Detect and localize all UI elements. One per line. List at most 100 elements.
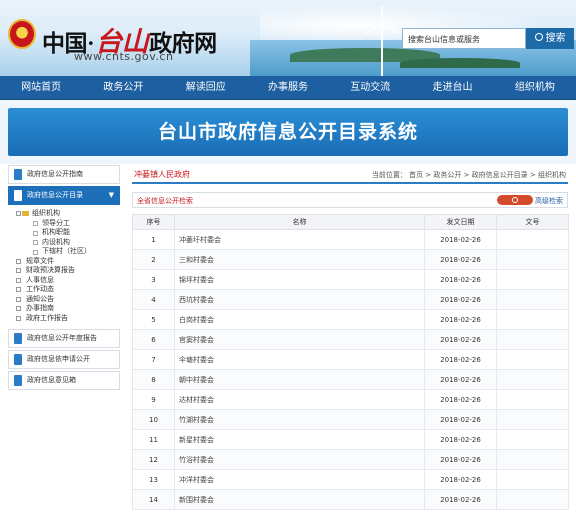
main-content: 冲蒌镇人民政府 当前位置： 首页 > 政务公开 > 政府信息公开目录 > 组织机…: [132, 165, 569, 510]
sidebar-item-catalog[interactable]: 政府信息公开目录 ▼: [8, 186, 120, 205]
table-row: 3 锦坪村委会 2018-02-26: [132, 269, 569, 290]
row-doc-number: [496, 449, 569, 470]
document-table: 序号 名称 发文日期 文号 1 冲蒌圩村委会 2018-02-26 2 三和村委会 20…: [132, 214, 569, 510]
nav-government-affairs[interactable]: 政务公开: [82, 76, 164, 99]
row-title-link[interactable]: 锦坪村委会: [174, 269, 425, 290]
tree-node-leadership[interactable]: 领导分工: [16, 219, 120, 229]
row-title-link[interactable]: 西坑村委会: [174, 289, 425, 310]
row-date: 2018-02-26: [424, 449, 497, 470]
table-row: 4 西坑村委会 2018-02-26: [132, 289, 569, 310]
row-title-link[interactable]: 冲洋村委会: [174, 469, 425, 490]
row-title-link[interactable]: 新围村委会: [174, 489, 425, 510]
sidebar-item-guide[interactable]: 政府信息公开指南: [8, 165, 120, 184]
collapse-toggle-icon[interactable]: [16, 211, 21, 216]
expand-toggle-icon[interactable]: [16, 315, 21, 321]
advanced-search-link[interactable]: 高级检索: [535, 196, 563, 206]
row-index: 14: [132, 489, 175, 510]
expand-toggle-icon[interactable]: [16, 277, 21, 283]
row-date: 2018-02-26: [424, 269, 497, 290]
table-row: 9 达材村委会 2018-02-26: [132, 389, 569, 410]
row-title-link[interactable]: 新星村委会: [174, 429, 425, 450]
tree-node-personnel[interactable]: 人事信息: [16, 276, 120, 286]
tree-node-departments[interactable]: 内设机构: [16, 238, 120, 248]
tree-node-regulations[interactable]: 规章文件: [16, 257, 120, 267]
row-index: 7: [132, 349, 175, 370]
org-name: 冲蒌镇人民政府: [134, 170, 190, 179]
row-title-link[interactable]: 冲蒌圩村委会: [174, 229, 425, 250]
row-index: 6: [132, 329, 175, 350]
fulltext-search-bar[interactable]: 全省信息公开检索 高级检索: [132, 192, 568, 208]
nav-interaction[interactable]: 互动交流: [329, 76, 411, 99]
section-header: 冲蒌镇人民政府 当前位置： 首页 > 政务公开 > 政府信息公开目录 > 组织机…: [132, 165, 568, 184]
row-title-link[interactable]: 朝中村委会: [174, 369, 425, 390]
nav-organizations[interactable]: 组织机构: [494, 76, 576, 99]
row-index: 10: [132, 409, 175, 430]
expand-toggle-icon[interactable]: [16, 296, 21, 302]
column-header-name: 名称: [174, 214, 425, 230]
row-date: 2018-02-26: [424, 369, 497, 390]
table-row: 1 冲蒌圩村委会 2018-02-26: [132, 229, 569, 250]
tree-node-news[interactable]: 工作动态: [16, 285, 120, 295]
table-row: 8 朝中村委会 2018-02-26: [132, 369, 569, 390]
table-header-row: 序号 名称 发文日期 文号: [132, 214, 569, 230]
row-title-link[interactable]: 白岗村委会: [174, 309, 425, 330]
fulltext-search-button[interactable]: [497, 195, 533, 205]
row-doc-number: [496, 409, 569, 430]
tree-node-budget[interactable]: 财政预决算报告: [16, 266, 120, 276]
folder-icon: [22, 210, 29, 216]
sidebar-item-feedback[interactable]: 政府信息意见箱: [8, 371, 120, 390]
row-title-link[interactable]: 竹湖村委会: [174, 409, 425, 430]
expand-toggle-icon[interactable]: [16, 306, 21, 311]
row-date: 2018-02-26: [424, 409, 497, 430]
expand-toggle-icon[interactable]: [16, 258, 21, 264]
row-title-link[interactable]: 达材村委会: [174, 389, 425, 410]
row-date: 2018-02-26: [424, 329, 497, 350]
search-icon: [512, 196, 518, 203]
breadcrumb[interactable]: 当前位置： 首页 > 政务公开 > 政府信息公开目录 > 组织机构: [372, 170, 566, 180]
tree-node-notices[interactable]: 通知公告: [16, 295, 120, 305]
search-input[interactable]: 搜索台山信息或服务: [402, 28, 526, 49]
tree-node-guides[interactable]: 办事指南: [16, 304, 120, 314]
row-doc-number: [496, 329, 569, 350]
search-button[interactable]: 搜索: [526, 28, 574, 49]
row-title-link[interactable]: 竹浴村委会: [174, 449, 425, 470]
wind-turbine-image: [365, 6, 400, 76]
document-icon: [14, 190, 22, 201]
document-icon: [14, 354, 22, 365]
table-row: 6 官窦村委会 2018-02-26: [132, 329, 569, 350]
sidebar-item-apply[interactable]: 政府信息依申请公开: [8, 350, 120, 369]
row-date: 2018-02-26: [424, 229, 497, 250]
node-icon: [33, 240, 38, 245]
row-title-link[interactable]: 伞塘村委会: [174, 349, 425, 370]
sidebar-item-annual-report[interactable]: 政府信息公开年度报告: [8, 329, 120, 348]
row-doc-number: [496, 369, 569, 390]
table-row: 11 新星村委会 2018-02-26: [132, 429, 569, 450]
row-index: 4: [132, 289, 175, 310]
row-date: 2018-02-26: [424, 349, 497, 370]
row-doc-number: [496, 429, 569, 450]
tree-node-functions[interactable]: 机构职能: [16, 228, 120, 238]
main-nav: 网站首页 政务公开 解读回应 办事服务 互动交流 走进台山 组织机构: [0, 76, 576, 100]
row-doc-number: [496, 309, 569, 330]
row-index: 3: [132, 269, 175, 290]
table-row: 14 新围村委会 2018-02-26: [132, 489, 569, 510]
nav-services[interactable]: 办事服务: [247, 76, 329, 99]
tree-node-villages[interactable]: 下辖村（社区）: [16, 247, 120, 257]
row-doc-number: [496, 349, 569, 370]
nav-interpretation[interactable]: 解读回应: [165, 76, 247, 99]
expand-toggle-icon[interactable]: [16, 268, 21, 273]
row-title-link[interactable]: 官窦村委会: [174, 329, 425, 350]
tree-node-work-report[interactable]: 政府工作报告: [16, 314, 120, 324]
row-title-link[interactable]: 三和村委会: [174, 249, 425, 270]
table-row: 10 竹湖村委会 2018-02-26: [132, 409, 569, 430]
expand-toggle-icon[interactable]: [16, 287, 21, 292]
nav-home[interactable]: 网站首页: [0, 76, 82, 99]
row-index: 5: [132, 309, 175, 330]
nav-about-taishan[interactable]: 走进台山: [411, 76, 493, 99]
catalog-tree: 组织机构 领导分工 机构职能 内设机构 下辖村（社区） 规章文件 财政预决算报告…: [16, 209, 120, 323]
tree-node-organizations[interactable]: 组织机构: [16, 209, 120, 219]
page-banner: 台山市政府信息公开目录系统: [8, 108, 568, 156]
row-date: 2018-02-26: [424, 389, 497, 410]
row-index: 13: [132, 469, 175, 490]
row-doc-number: [496, 289, 569, 310]
